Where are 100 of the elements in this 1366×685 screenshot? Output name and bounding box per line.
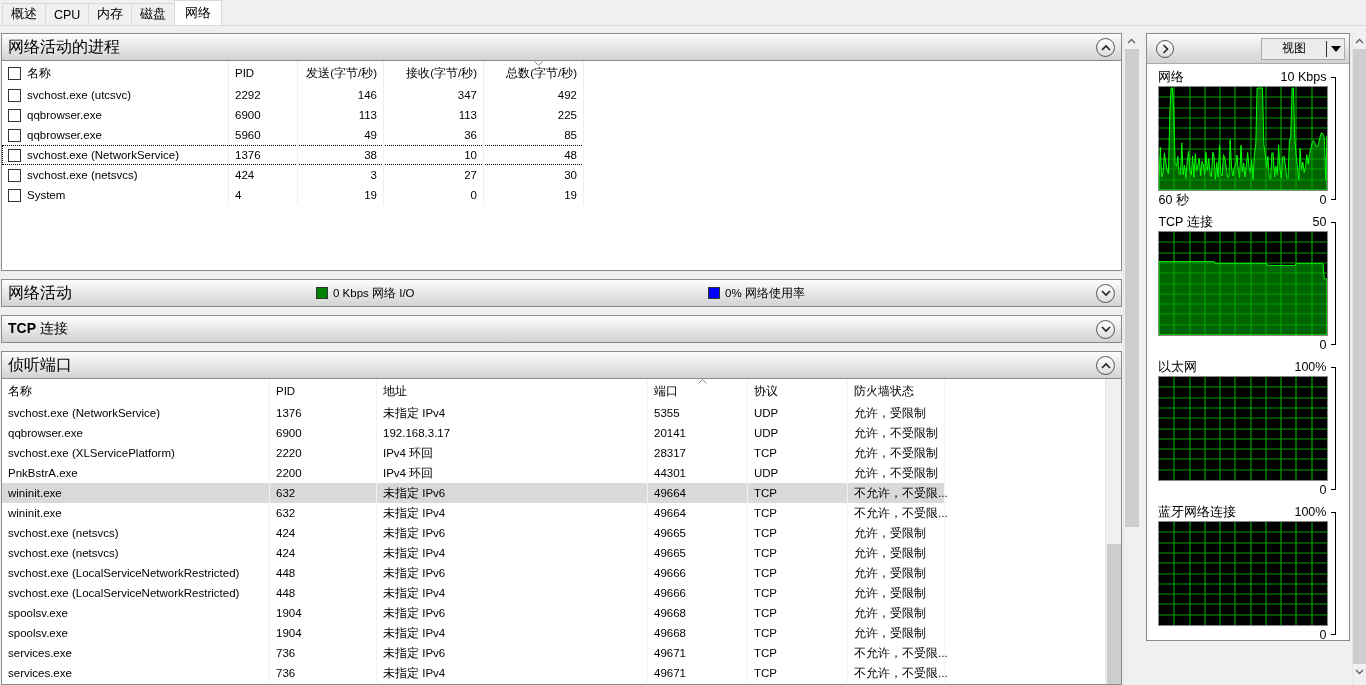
view-dropdown[interactable]: 视图 <box>1261 37 1345 60</box>
graph-min-label: 0 <box>1319 193 1327 207</box>
table-cell: 192.168.3.17 <box>383 427 451 439</box>
table-cell: 113 <box>358 109 377 121</box>
table-cell: 2200 <box>276 467 302 479</box>
expand-button[interactable] <box>1096 319 1116 339</box>
graph-max-label: 50 <box>1312 215 1327 229</box>
table-cell: TCP <box>754 667 777 679</box>
table-cell: 未指定 IPv4 <box>383 585 446 601</box>
table-cell: qqbrowser.exe <box>27 109 102 121</box>
scrollbar[interactable] <box>1105 379 1122 684</box>
section-header[interactable]: 网络活动的进程 <box>1 33 1123 61</box>
table-cell: services.exe <box>8 667 72 679</box>
table-cell: 19 <box>364 189 377 201</box>
table-cell: 424 <box>235 169 255 181</box>
table-cell: 448 <box>276 567 296 579</box>
scroll-up-icon[interactable] <box>1355 38 1364 44</box>
table-cell: 允许，受限制 <box>854 525 926 541</box>
table-cell: TCP <box>754 627 777 639</box>
table-cell: spoolsv.exe <box>8 627 68 639</box>
table-cell: 225 <box>557 109 577 121</box>
table-cell: 49664 <box>654 487 686 499</box>
checkbox[interactable] <box>8 168 21 182</box>
column-header[interactable]: 发送(字节/秒) <box>306 65 377 81</box>
table-cell: PnkBstrA.exe <box>8 467 78 479</box>
table-cell: 146 <box>357 89 377 101</box>
column-header[interactable]: 协议 <box>754 383 778 399</box>
chevron-icon[interactable] <box>1101 289 1111 297</box>
checkbox[interactable] <box>8 66 21 80</box>
table-cell: 6900 <box>276 427 302 439</box>
column-header[interactable]: 接收(字节/秒) <box>406 65 477 81</box>
checkbox[interactable] <box>8 88 21 102</box>
table-cell: 1376 <box>276 407 302 419</box>
table-cell: 27 <box>464 169 477 181</box>
section-header[interactable]: 侦听端口 <box>1 351 1123 379</box>
column-header[interactable]: 端口 <box>654 383 678 399</box>
table-cell: svchost.exe (netsvcs) <box>8 527 119 539</box>
section-header[interactable]: 网络活动 0 Kbps 网络 I/O 0% 网络使用率 <box>1 279 1123 307</box>
table-cell: 允许，受限制 <box>854 605 926 621</box>
column-header[interactable]: PID <box>276 385 296 397</box>
table-cell: 85 <box>564 129 577 141</box>
column-header[interactable]: 名称 <box>27 65 51 81</box>
table-cell: TCP <box>754 487 777 499</box>
table-cell: 未指定 IPv4 <box>383 405 446 421</box>
section-title: 侦听端口 <box>8 354 72 375</box>
table-cell: 允许，受限制 <box>854 405 926 421</box>
table-cell: 48 <box>564 149 577 161</box>
scrollbar-thumb[interactable] <box>1124 49 1139 527</box>
tab[interactable]: 网络 <box>174 0 223 25</box>
section-header[interactable]: TCP 连接 <box>1 315 1123 343</box>
table-cell: TCP <box>754 547 777 559</box>
table-cell: svchost.exe (LocalServiceNetworkRestricted) <box>8 567 240 579</box>
table-cell: 未指定 IPv6 <box>383 605 446 621</box>
column-header[interactable]: 地址 <box>383 383 407 399</box>
dropdown-caret-icon[interactable] <box>1331 45 1341 52</box>
expand-button[interactable] <box>1096 283 1116 303</box>
table-cell: 38 <box>364 149 377 161</box>
collapse-button[interactable] <box>1096 37 1116 57</box>
table-cell: UDP <box>754 427 779 439</box>
scrollbar[interactable] <box>1123 33 1140 685</box>
table-cell: System <box>27 189 66 201</box>
table-cell: 10 <box>464 149 477 161</box>
checkbox[interactable] <box>8 128 21 142</box>
table-cell: 允许，受限制 <box>854 625 926 641</box>
checkbox[interactable] <box>8 188 21 202</box>
chevron-icon[interactable] <box>1101 325 1111 333</box>
table-cell: 49668 <box>654 627 686 639</box>
table-cell: 20141 <box>654 427 686 439</box>
checkbox[interactable] <box>8 108 21 122</box>
checkbox[interactable] <box>8 148 21 162</box>
graph-max-label: 10 Kbps <box>1280 70 1327 84</box>
table-cell: 49666 <box>654 587 686 599</box>
table-cell: 5355 <box>654 407 680 419</box>
graph-title: 网络 <box>1158 68 1185 86</box>
graph-min-label: 0 <box>1319 483 1327 497</box>
table-cell: 6900 <box>235 109 261 121</box>
column-header[interactable]: 总数(字节/秒) <box>506 65 577 81</box>
scroll-up-icon[interactable] <box>1127 38 1137 44</box>
table-cell: TCP <box>754 647 777 659</box>
table-cell: IPv4 环回 <box>383 445 434 461</box>
table-cell: 未指定 IPv6 <box>383 485 446 501</box>
column-header[interactable]: 名称 <box>8 383 32 399</box>
expand-button[interactable] <box>1156 39 1175 58</box>
chevron-icon[interactable] <box>1101 43 1111 51</box>
scroll-down-icon[interactable] <box>1355 669 1364 675</box>
chevron-icon[interactable] <box>1101 361 1111 369</box>
table-cell: 未指定 IPv4 <box>383 625 446 641</box>
collapse-button[interactable] <box>1096 355 1116 375</box>
table-cell: 736 <box>276 647 296 659</box>
scrollbar-thumb[interactable] <box>1107 544 1121 684</box>
table-cell: TCP <box>754 607 777 619</box>
table-cell: 49668 <box>654 607 686 619</box>
column-header[interactable]: PID <box>235 67 255 79</box>
column-header[interactable]: 防火墙状态 <box>854 383 914 399</box>
tab[interactable]: 概述 <box>2 3 46 25</box>
table-cell: 允许，不受限制 <box>854 425 938 441</box>
chevron-right-icon[interactable] <box>1161 43 1169 54</box>
table-cell: 允许，不受限制 <box>854 445 938 461</box>
table-cell: 未指定 IPv4 <box>383 505 446 521</box>
table-cell: 允许，受限制 <box>854 585 926 601</box>
